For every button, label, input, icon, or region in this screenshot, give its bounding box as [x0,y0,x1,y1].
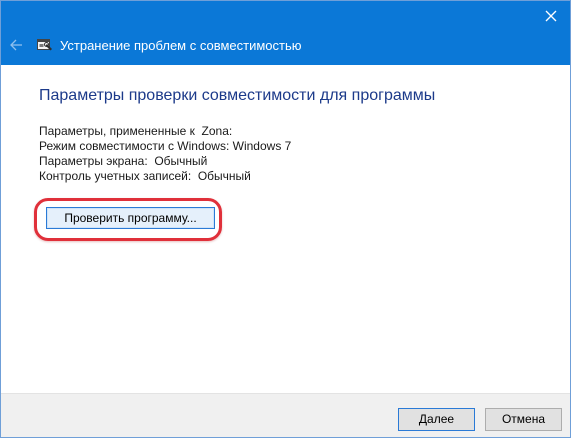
settings-summary: Параметры, примененные к Zona: Режим сов… [39,124,291,184]
content-area: Параметры проверки совместимости для про… [1,65,570,437]
screen-settings-line: Параметры экрана: Обычный [39,154,208,168]
troubleshooter-icon [37,39,52,51]
applied-to-line: Параметры, примененные к Zona: [39,124,233,138]
cancel-button[interactable]: Отмена [485,408,562,431]
footer-bar: Далее Отмена [1,393,570,437]
back-arrow-icon[interactable] [9,38,23,52]
troubleshooter-window: Устранение проблем с совместимостью Пара… [0,0,571,438]
test-program-button[interactable]: Проверить программу... [46,207,215,229]
title-bar: Устранение проблем с совместимостью [1,1,570,65]
page-heading: Параметры проверки совместимости для про… [39,87,436,104]
next-button[interactable]: Далее [398,408,475,431]
close-icon[interactable] [542,7,560,25]
compat-mode-line: Режим совместимости с Windows: Windows 7 [39,139,292,153]
uac-line: Контроль учетных записей: Обычный [39,169,251,183]
window-title: Устранение проблем с совместимостью [60,38,302,53]
